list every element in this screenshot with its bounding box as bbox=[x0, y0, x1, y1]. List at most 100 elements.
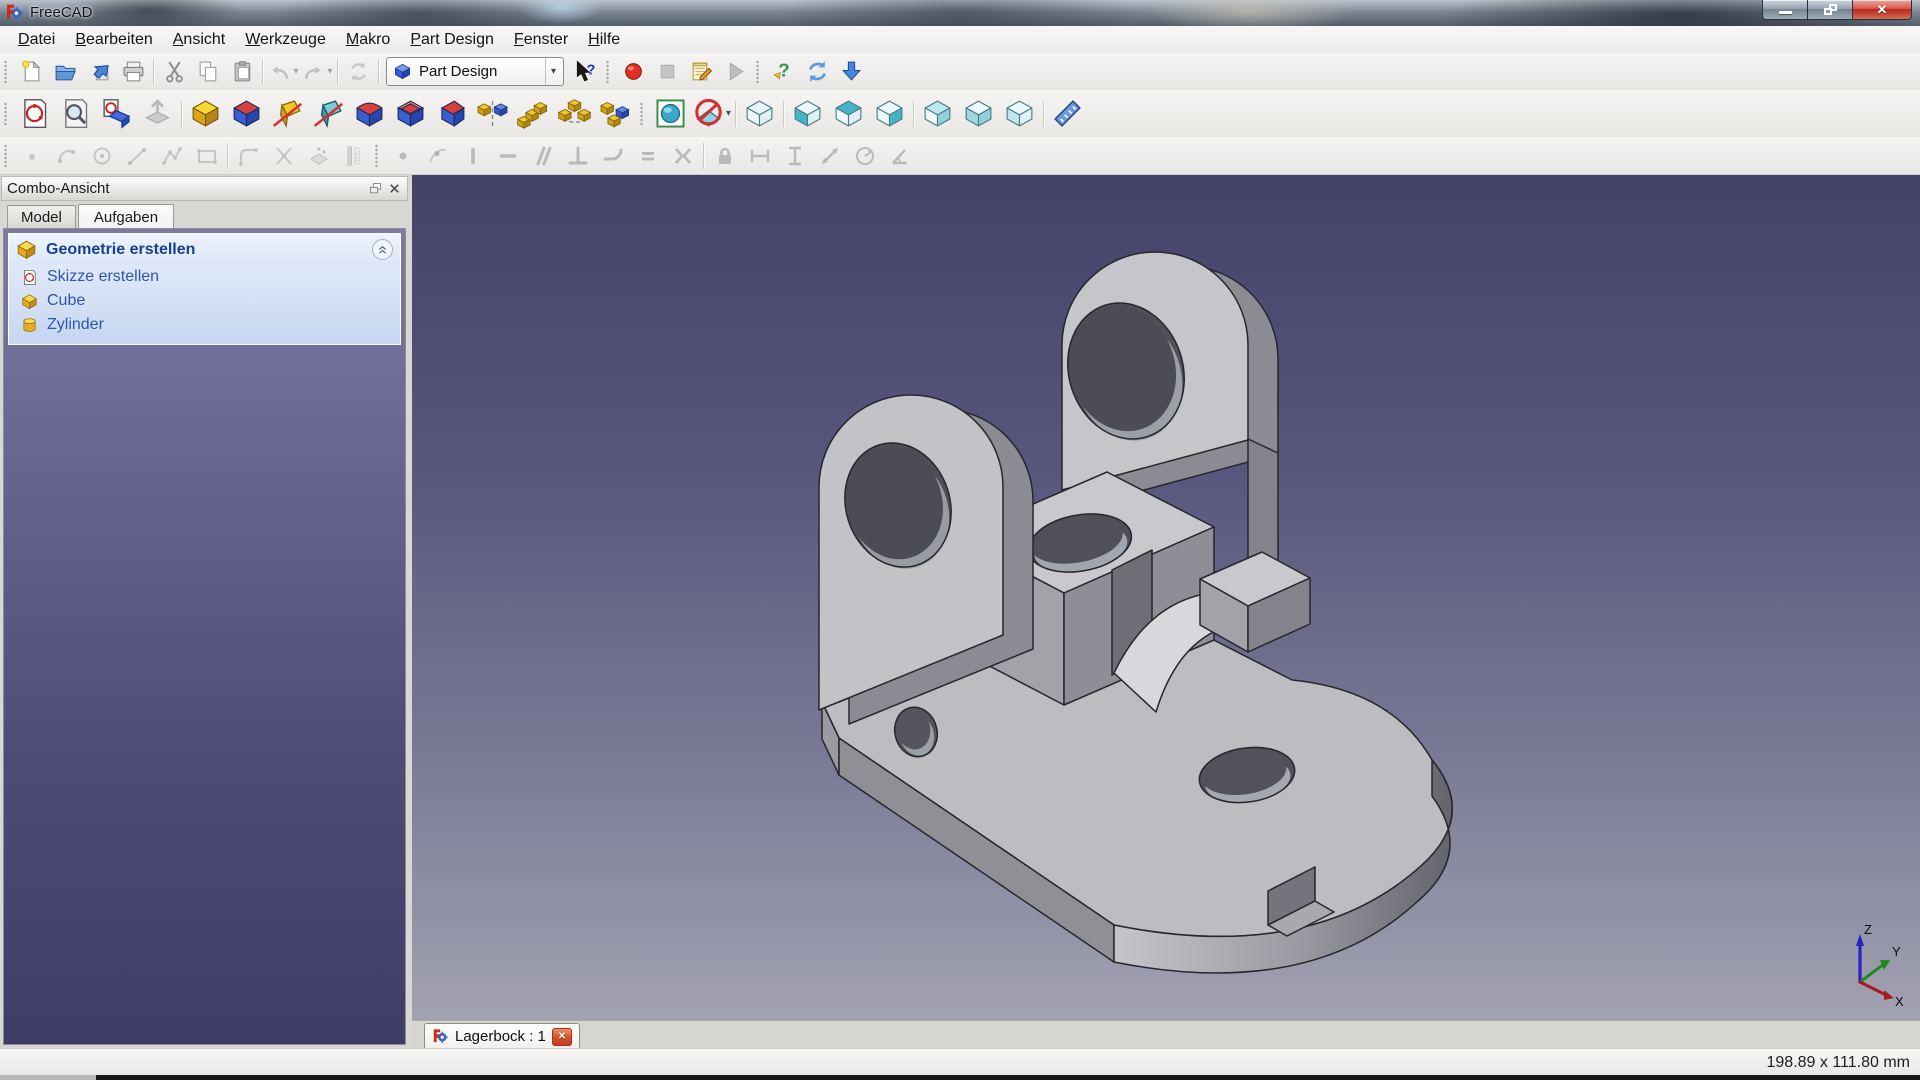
toolbar-row-3 bbox=[0, 137, 1920, 175]
mirrored-icon bbox=[476, 97, 509, 130]
menu-bearbeiten[interactable]: Bearbeiten bbox=[65, 28, 162, 52]
toolbar-separator bbox=[913, 100, 914, 127]
open-button[interactable] bbox=[48, 56, 82, 88]
sketch-view-button[interactable] bbox=[55, 93, 96, 135]
chamfer-icon bbox=[394, 97, 427, 130]
draw-style-button[interactable]: ▾ bbox=[691, 93, 732, 135]
macro-play-button bbox=[718, 56, 752, 88]
view-front-button[interactable] bbox=[787, 93, 828, 135]
fillet-button[interactable] bbox=[349, 93, 390, 135]
constraint-distance-button bbox=[812, 140, 847, 172]
view-right-button[interactable] bbox=[869, 93, 910, 135]
cube-icon bbox=[21, 293, 38, 310]
tab-aufgaben[interactable]: Aufgaben bbox=[77, 204, 175, 230]
minimize-button[interactable] bbox=[1762, 0, 1808, 20]
pad-button[interactable] bbox=[185, 93, 226, 135]
task-group-header[interactable]: Geometrie erstellen bbox=[9, 234, 400, 265]
revolution-button[interactable] bbox=[267, 93, 308, 135]
combo-view-tabs: Model Aufgaben bbox=[0, 202, 409, 230]
workbench-selector-value: Part Design bbox=[419, 63, 498, 80]
task-item-zylinder[interactable]: Zylinder bbox=[9, 313, 400, 337]
collapse-chevron-icon[interactable] bbox=[372, 239, 393, 260]
view-top-button[interactable] bbox=[828, 93, 869, 135]
new-file-button[interactable] bbox=[14, 56, 48, 88]
menu-ansicht[interactable]: Ansicht bbox=[163, 28, 235, 52]
menu-datei[interactable]: Datei bbox=[8, 28, 65, 52]
constraint-vertical-icon bbox=[461, 144, 485, 168]
multi-transform-button[interactable] bbox=[595, 93, 636, 135]
freecad-window: FreeCAD ✕ Datei Bearbeiten Ansicht Werkzeug… bbox=[0, 0, 1920, 1080]
menu-makro[interactable]: Makro bbox=[336, 28, 400, 52]
sk-construction-icon bbox=[342, 144, 366, 168]
refresh-icon bbox=[346, 59, 371, 84]
web-refresh-icon bbox=[805, 59, 830, 84]
draw-style-icon bbox=[692, 97, 725, 130]
tab-model[interactable]: Model bbox=[7, 205, 76, 229]
chamfer-button[interactable] bbox=[390, 93, 431, 135]
sketcher-constraints-toolbar bbox=[371, 137, 917, 174]
whats-this-button[interactable]: ? bbox=[568, 56, 602, 88]
task-item-skizze-erstellen[interactable]: Skizze erstellen bbox=[9, 265, 400, 289]
copy-button[interactable] bbox=[191, 56, 225, 88]
fit-all-button[interactable] bbox=[650, 93, 691, 135]
view-bottom-button[interactable] bbox=[958, 93, 999, 135]
paste-button[interactable] bbox=[225, 56, 259, 88]
view-bottom-icon bbox=[962, 97, 995, 130]
3d-viewport[interactable]: Z Y X bbox=[412, 175, 1920, 1020]
menu-fenster[interactable]: Fenster bbox=[504, 28, 578, 52]
macro-record-button[interactable] bbox=[616, 56, 650, 88]
groove-button[interactable] bbox=[308, 93, 349, 135]
linear-pattern-button[interactable] bbox=[513, 93, 554, 135]
combo-view-header[interactable]: Combo-Ansicht bbox=[1, 176, 408, 201]
task-panel-background: Geometrie erstellen Skizze erstellen Cube… bbox=[3, 228, 406, 1045]
chevron-down-icon: ▾ bbox=[293, 66, 299, 77]
online-help-button[interactable]: ? bbox=[766, 56, 800, 88]
float-panel-icon[interactable] bbox=[368, 181, 383, 196]
web-toolbar: ? bbox=[752, 53, 868, 90]
macro-edit-button[interactable] bbox=[684, 56, 718, 88]
taskbar-strip bbox=[0, 1075, 1920, 1080]
close-button[interactable]: ✕ bbox=[1852, 0, 1912, 20]
mirrored-button[interactable] bbox=[472, 93, 513, 135]
cut-button[interactable] bbox=[157, 56, 191, 88]
workbench-selector[interactable]: Part Design ▾ bbox=[386, 57, 564, 86]
sketch-map-button[interactable] bbox=[96, 93, 137, 135]
chevron-down-icon: ▾ bbox=[544, 58, 561, 85]
web-refresh-button[interactable] bbox=[800, 56, 834, 88]
constraint-lock-icon bbox=[713, 144, 737, 168]
print-button[interactable] bbox=[116, 56, 150, 88]
whats-this-icon: ? bbox=[573, 59, 598, 84]
menu-hilfe[interactable]: Hilfe bbox=[578, 28, 630, 52]
toolbar-separator bbox=[153, 58, 154, 85]
save-button[interactable] bbox=[82, 56, 116, 88]
sk-external-button bbox=[301, 140, 336, 172]
pocket-button[interactable] bbox=[226, 93, 267, 135]
measure-distance-button[interactable] bbox=[1047, 93, 1088, 135]
toolbar-separator bbox=[181, 100, 182, 127]
download-icon bbox=[839, 59, 864, 84]
restore-button[interactable] bbox=[1807, 0, 1853, 20]
task-item-cube[interactable]: Cube bbox=[9, 289, 400, 313]
constraint-parallel-button bbox=[525, 140, 560, 172]
sk-trim-button bbox=[266, 140, 301, 172]
sk-fillet-icon bbox=[237, 144, 261, 168]
status-bar: 198.89 x 111.80 mm bbox=[0, 1048, 1920, 1076]
constraint-radius-button bbox=[847, 140, 882, 172]
document-tab-lagerbock[interactable]: Lagerbock : 1 ✕ bbox=[424, 1023, 580, 1049]
menu-werkzeuge[interactable]: Werkzeuge bbox=[235, 28, 336, 52]
close-document-icon[interactable]: ✕ bbox=[551, 1027, 572, 1046]
sketch-new-button[interactable] bbox=[14, 93, 55, 135]
3d-model-lagerbock[interactable] bbox=[412, 175, 1920, 1020]
cube-icon bbox=[16, 239, 37, 260]
view-axonometric-button[interactable] bbox=[739, 93, 780, 135]
draft-button[interactable] bbox=[431, 93, 472, 135]
view-rear-button[interactable] bbox=[917, 93, 958, 135]
close-panel-icon[interactable] bbox=[387, 181, 402, 196]
download-button[interactable] bbox=[834, 56, 868, 88]
partdesign-toolbar bbox=[0, 90, 636, 137]
axis-z-label: Z bbox=[1864, 922, 1872, 937]
menu-part-design[interactable]: Part Design bbox=[400, 28, 504, 52]
polar-pattern-button[interactable] bbox=[554, 93, 595, 135]
view-left-button[interactable] bbox=[999, 93, 1040, 135]
combo-view-panel: Combo-Ansicht Model Aufgaben Geometrie er… bbox=[0, 175, 409, 1048]
